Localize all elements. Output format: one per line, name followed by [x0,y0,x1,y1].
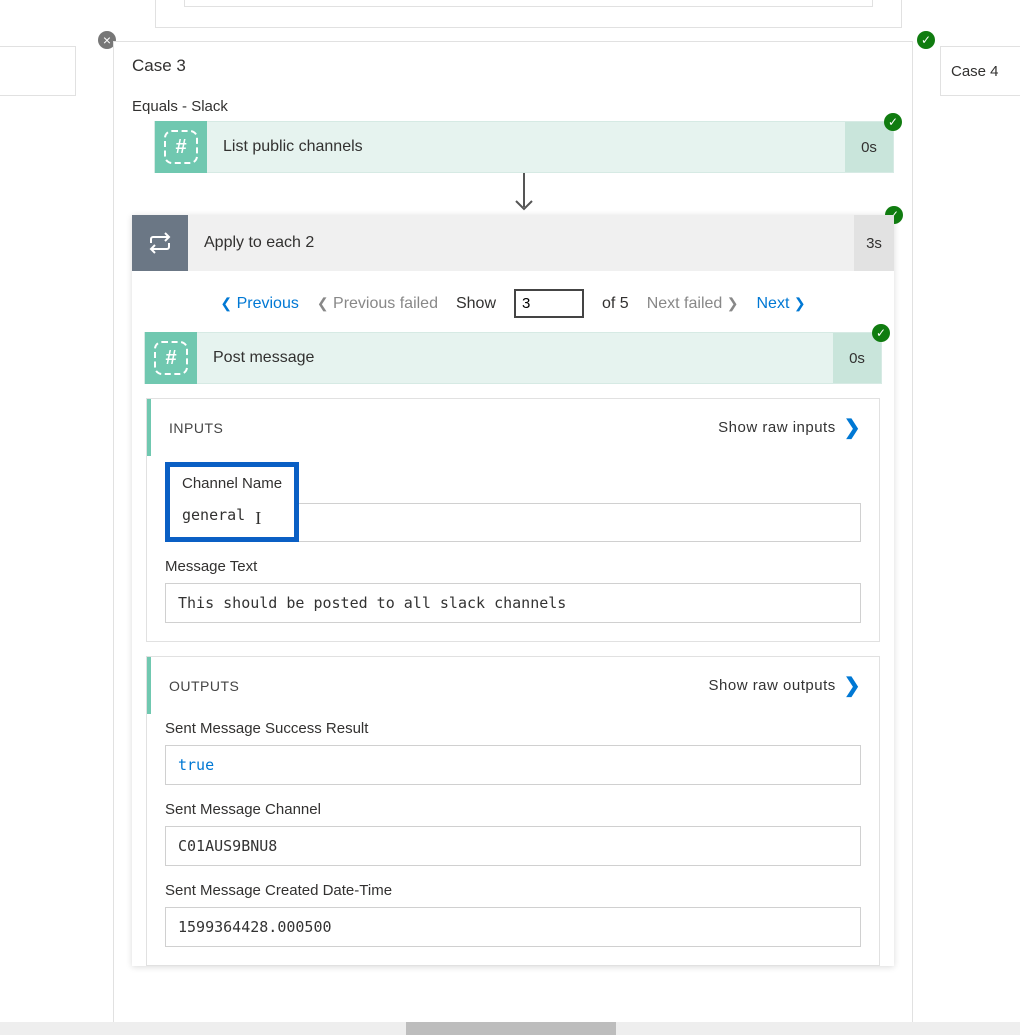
channel-name-label: Channel Name [182,475,282,492]
created-time-value: 1599364428.000500 [165,907,861,947]
slack-icon: # [145,332,197,384]
text-cursor-icon: I [255,508,261,529]
channel-name-value: generalI [182,500,282,533]
message-text-label: Message Text [165,558,861,575]
flow-arrow [154,173,894,215]
loop-duration: 3s [854,215,894,271]
action-list-public-channels[interactable]: ✓ # List public channels 0s [154,121,894,173]
slack-icon: # [155,121,207,173]
apply-to-each-container: ✓ Apply to each 2 3s ❮ Previous ❮ Previo… [132,215,894,966]
loop-label: Apply to each 2 [188,234,854,252]
hash-icon: # [154,341,188,375]
check-icon: ✓ [872,324,890,342]
outputs-body: Sent Message Success Result true Sent Me… [147,714,879,965]
chevron-right-icon: ❯ [794,295,806,311]
hash-icon: # [164,130,198,164]
case-tab-left[interactable] [0,46,76,96]
chevron-right-icon: ❯ [844,415,861,440]
arrow-down-icon [512,173,536,215]
action-post-message[interactable]: ✓ # Post message 0s [144,332,882,384]
pager-of-label: of 5 [602,295,629,313]
action-post-message-wrapper: ✓ # Post message 0s [144,332,882,384]
success-result-field: Sent Message Success Result true [165,720,861,785]
created-time-field: Sent Message Created Date-Time 159936442… [165,882,861,947]
case-title: Case 3 [132,56,894,76]
chevron-left-icon: ❮ [317,295,329,311]
sent-channel-value: C01AUS9BNU8 [165,826,861,866]
channel-name-highlight: Channel Name generalI [165,462,299,542]
pager-next-failed[interactable]: Next failed ❯ [647,295,739,313]
inputs-title: INPUTS [169,420,223,436]
message-text-field: Message Text This should be posted to al… [165,558,861,623]
action-duration: 0s [845,122,893,172]
chevron-right-icon: ❯ [844,673,861,698]
action-duration: 0s [833,333,881,383]
outputs-header: OUTPUTS Show raw outputs ❯ [147,657,879,714]
check-icon: ✓ [917,31,935,49]
horizontal-scrollbar-thumb[interactable] [406,1022,616,1035]
pager-current-input[interactable] [514,289,584,318]
success-result-value: true [165,745,861,785]
outputs-panel: OUTPUTS Show raw outputs ❯ Sent Message … [146,656,880,966]
show-raw-inputs-link[interactable]: Show raw inputs ❯ [718,415,861,440]
outputs-title: OUTPUTS [169,678,239,694]
action-label: List public channels [207,138,845,156]
inputs-body: Channel Name generalI Message Text This … [147,456,879,641]
show-raw-outputs-link[interactable]: Show raw outputs ❯ [709,673,862,698]
inputs-header: INPUTS Show raw inputs ❯ [147,399,879,456]
check-icon: ✓ [884,113,902,131]
created-time-label: Sent Message Created Date-Time [165,882,861,899]
channel-name-value-rest [294,503,861,542]
pager-previous[interactable]: ❮ Previous [220,295,298,313]
inputs-panel: INPUTS Show raw inputs ❯ Channel Name ge… [146,398,880,642]
pager-show-label: Show [456,295,496,313]
previous-case-sliver [155,0,902,28]
case-tab-right[interactable]: Case 4 [940,46,1020,96]
case-condition-label: Equals - Slack [132,98,894,115]
sent-channel-field: Sent Message Channel C01AUS9BNU8 [165,801,861,866]
previous-case-inner [184,0,873,7]
success-result-label: Sent Message Success Result [165,720,861,737]
pager-next[interactable]: Next ❯ [756,295,805,313]
chevron-left-icon: ❮ [220,295,232,311]
loop-icon [132,215,188,271]
message-text-value: This should be posted to all slack chann… [165,583,861,623]
case4-label: Case 4 [951,63,999,80]
pager-previous-failed[interactable]: ❮ Previous failed [317,295,438,313]
chevron-right-icon: ❯ [727,295,739,311]
action-label: Post message [197,349,833,367]
iteration-pager: ❮ Previous ❮ Previous failed Show of 5 N… [132,271,894,332]
sent-channel-label: Sent Message Channel [165,801,861,818]
horizontal-scrollbar-track[interactable] [0,1022,1020,1035]
case-card: Case 3 Equals - Slack ✓ # List public ch… [113,41,913,1031]
apply-to-each-header[interactable]: Apply to each 2 3s [132,215,894,271]
